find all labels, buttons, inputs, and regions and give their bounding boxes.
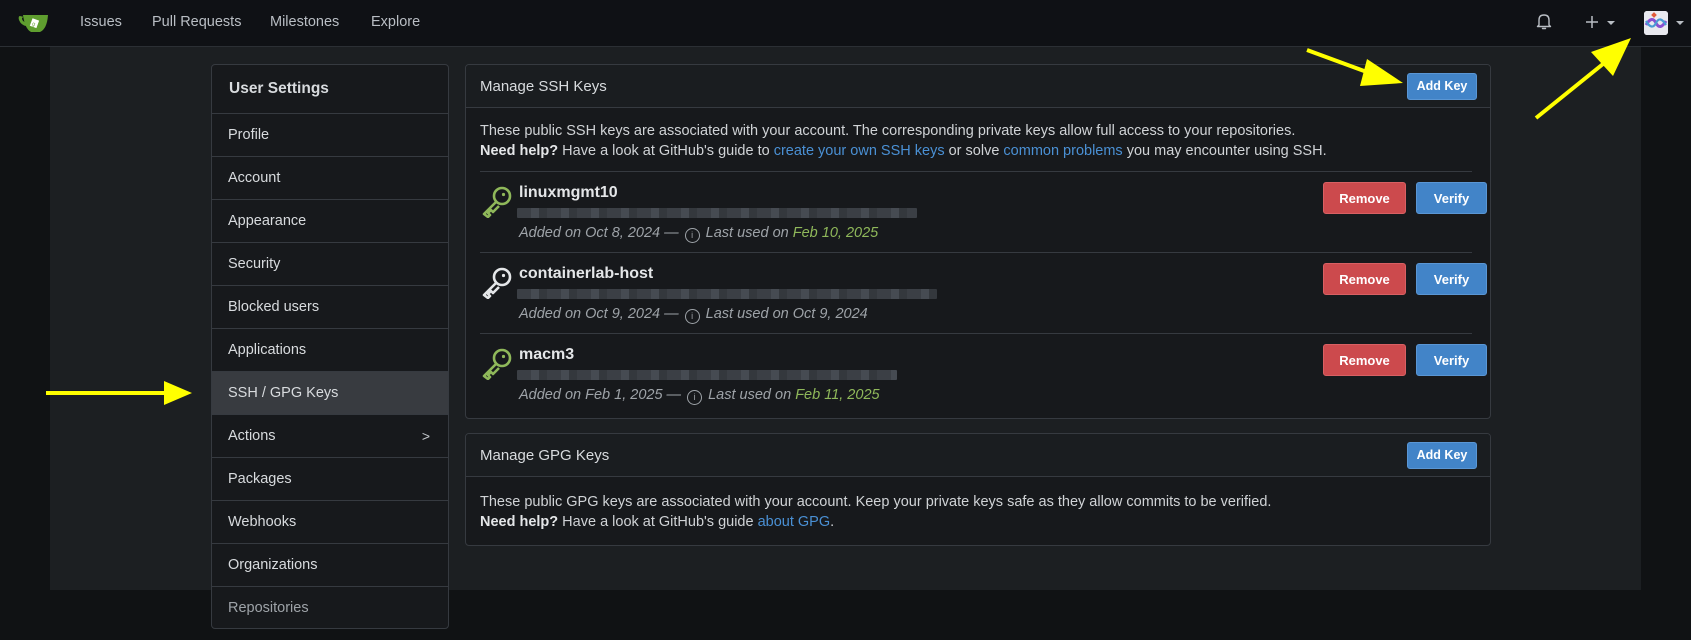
ssh-key-row: linuxmgmt10 Added on Oct 8, 2024 — i Las… — [480, 171, 1487, 252]
sidebar-item-label: Webhooks — [228, 514, 297, 530]
gitea-logo-icon[interactable]: g — [18, 10, 50, 36]
key-fingerprint-redacted — [517, 208, 917, 218]
common-problems-link[interactable]: common problems — [1003, 143, 1122, 159]
sidebar-item-label: Repositories — [228, 600, 309, 616]
key-fingerprint-redacted — [517, 289, 937, 299]
last-used-label: Last used on — [705, 306, 789, 322]
info-icon: i — [684, 228, 700, 243]
ssh-panel-title: Manage SSH Keys — [480, 78, 607, 95]
remove-key-button[interactable]: Remove — [1323, 263, 1406, 295]
nav-milestones[interactable]: Milestones — [270, 14, 339, 30]
ssh-description: These public SSH keys are associated wit… — [480, 123, 1296, 139]
sidebar-item-account[interactable]: Account — [212, 157, 448, 200]
chevron-right-icon: > — [421, 428, 430, 444]
key-name: macm3 — [519, 346, 575, 363]
nav-issues[interactable]: Issues — [80, 14, 122, 30]
last-used-date: Feb 11, 2025 — [795, 387, 880, 403]
verify-key-button[interactable]: Verify — [1416, 344, 1487, 376]
sidebar-item-webhooks[interactable]: Webhooks — [212, 501, 448, 544]
ssh-keys-panel: Manage SSH Keys Add Key These public SSH… — [465, 64, 1491, 419]
key-name: linuxmgmt10 — [519, 184, 618, 201]
sidebar-item-label: Organizations — [228, 557, 318, 573]
caret-down-icon — [1607, 21, 1615, 25]
nav-explore[interactable]: Explore — [371, 14, 420, 30]
sidebar-item-actions[interactable]: Actions > — [212, 415, 448, 458]
sidebar-item-label: Account — [228, 170, 281, 186]
gpg-keys-panel: Manage GPG Keys Add Key These public GPG… — [465, 433, 1491, 546]
info-icon: i — [687, 390, 703, 405]
verify-key-button[interactable]: Verify — [1416, 263, 1487, 295]
sidebar-item-ssh-gpg-keys[interactable]: SSH / GPG Keys — [212, 372, 448, 415]
ssh-key-row: macm3 Added on Feb 1, 2025 — i Last used… — [480, 333, 1487, 414]
key-icon — [482, 267, 512, 299]
key-meta: Added on Feb 1, 2025 — i Last used on Fe… — [519, 387, 880, 405]
remove-key-button[interactable]: Remove — [1323, 344, 1406, 376]
help-text: Have a look at GitHub's guide to — [558, 143, 774, 159]
key-icon — [482, 348, 512, 380]
sidebar-item-applications[interactable]: Applications — [212, 329, 448, 372]
sidebar-item-label: SSH / GPG Keys — [228, 385, 339, 401]
about-gpg-link[interactable]: about GPG — [758, 514, 831, 530]
gpg-description: These public GPG keys are associated wit… — [480, 494, 1272, 510]
key-fingerprint-redacted — [517, 370, 897, 380]
key-added-date: Added on Oct 9, 2024 — — [519, 306, 679, 322]
sidebar-item-repositories[interactable]: Repositories — [212, 587, 448, 628]
gpg-panel-header: Manage GPG Keys Add Key — [466, 434, 1490, 477]
sidebar-item-blocked-users[interactable]: Blocked users — [212, 286, 448, 329]
sidebar-header: User Settings — [212, 65, 448, 114]
key-meta: Added on Oct 9, 2024 — i Last used on Oc… — [519, 306, 868, 324]
plus-icon — [1586, 16, 1598, 28]
top-navbar: g Issues Pull Requests Milestones Explor… — [0, 0, 1691, 47]
help-text: Have a look at GitHub's guide — [558, 514, 758, 530]
avatar — [1644, 11, 1668, 35]
annotation-arrow-icon — [1306, 48, 1403, 86]
help-text: or solve — [944, 143, 1004, 159]
help-label: Need help? — [480, 514, 559, 530]
add-ssh-key-button[interactable]: Add Key — [1407, 73, 1477, 100]
nav-pull-requests[interactable]: Pull Requests — [152, 14, 241, 30]
ssh-help-text: Need help? Have a look at GitHub's guide… — [480, 143, 1327, 159]
key-name: containerlab-host — [519, 265, 654, 282]
remove-key-button[interactable]: Remove — [1323, 182, 1406, 214]
sidebar-item-appearance[interactable]: Appearance — [212, 200, 448, 243]
add-gpg-key-button[interactable]: Add Key — [1407, 442, 1477, 469]
sidebar-item-security[interactable]: Security — [212, 243, 448, 286]
key-meta: Added on Oct 8, 2024 — i Last used on Fe… — [519, 225, 878, 243]
key-icon — [482, 186, 512, 218]
caret-down-icon — [1676, 21, 1684, 25]
bell-icon[interactable] — [1536, 13, 1552, 31]
annotation-arrow-icon — [46, 381, 192, 405]
sidebar-item-label: Security — [228, 256, 281, 272]
key-added-date: Added on Oct 8, 2024 — — [519, 225, 679, 241]
last-used-label: Last used on — [708, 387, 792, 403]
help-label: Need help? — [480, 143, 559, 159]
sidebar-item-profile[interactable]: Profile — [212, 114, 448, 157]
key-added-date: Added on Feb 1, 2025 — — [519, 387, 682, 403]
gpg-help-text: Need help? Have a look at GitHub's guide… — [480, 514, 834, 530]
sidebar-item-packages[interactable]: Packages — [212, 458, 448, 501]
sidebar-item-organizations[interactable]: Organizations — [212, 544, 448, 587]
sidebar-item-label: Blocked users — [228, 299, 320, 315]
verify-key-button[interactable]: Verify — [1416, 182, 1487, 214]
help-text: . — [830, 514, 835, 530]
settings-sidebar: User Settings Profile Account Appearance… — [211, 64, 449, 629]
last-used-date: Oct 9, 2024 — [792, 306, 868, 322]
sidebar-item-label: Applications — [228, 342, 307, 358]
help-text: you may encounter using SSH. — [1122, 143, 1327, 159]
last-used-date: Feb 10, 2025 — [792, 225, 879, 241]
annotation-arrow-icon — [1534, 38, 1631, 120]
sidebar-item-label: Packages — [228, 471, 292, 487]
ssh-key-row: containerlab-host Added on Oct 9, 2024 —… — [480, 252, 1487, 333]
sidebar-item-label: Actions — [228, 428, 276, 444]
sidebar-item-label: Appearance — [228, 213, 307, 229]
sidebar-item-label: Profile — [228, 127, 270, 143]
last-used-label: Last used on — [705, 225, 789, 241]
info-icon: i — [684, 309, 700, 324]
create-ssh-keys-link[interactable]: create your own SSH keys — [774, 143, 945, 159]
gpg-panel-title: Manage GPG Keys — [480, 447, 610, 464]
